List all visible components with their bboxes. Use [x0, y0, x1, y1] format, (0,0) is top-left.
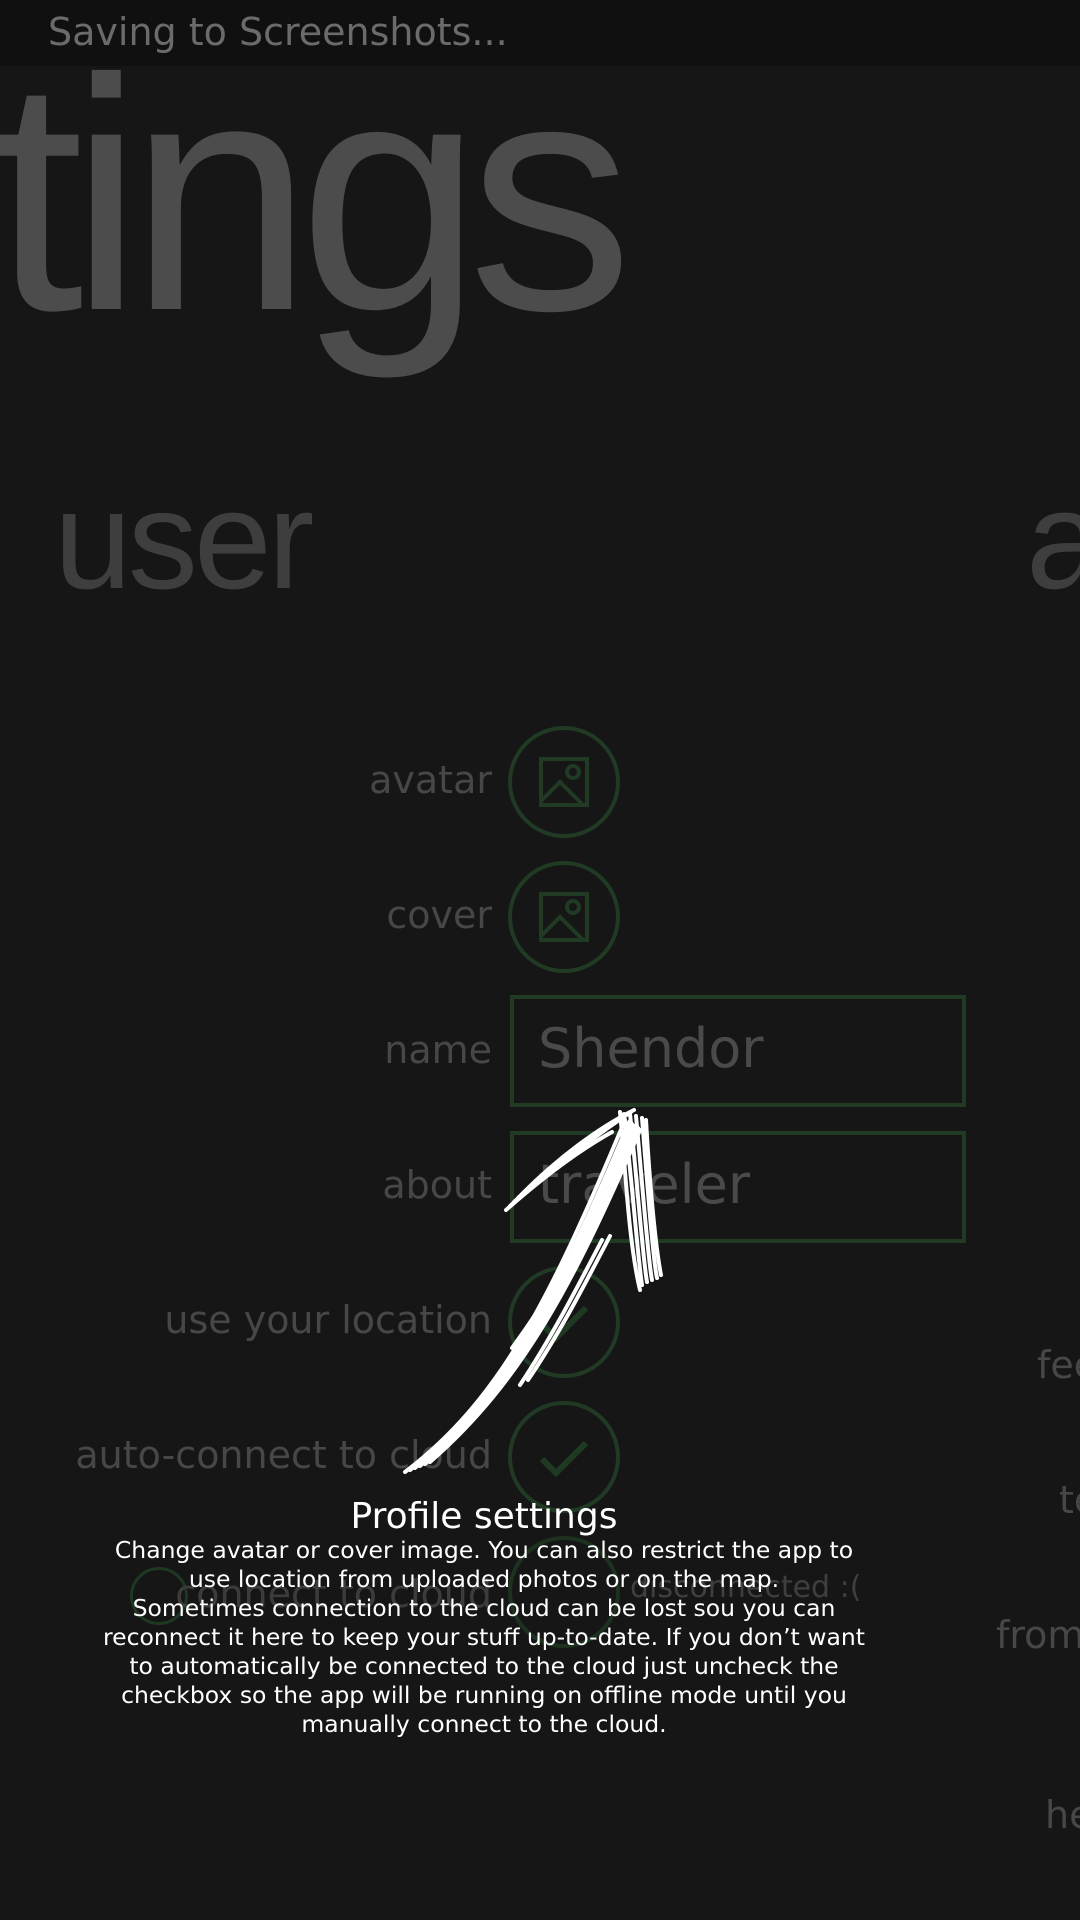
- tip-body: Change avatar or cover image. You can al…: [98, 1536, 870, 1739]
- avatar-label: avatar: [369, 758, 492, 802]
- pivot-header-next[interactable]: a: [1026, 470, 1080, 610]
- settings-page: Saving to Screenshots... tings user a av…: [0, 0, 1080, 1920]
- side-item: te: [1059, 1478, 1080, 1522]
- image-icon: [539, 757, 589, 807]
- avatar-button[interactable]: [508, 726, 620, 838]
- page-title: tings: [0, 10, 633, 379]
- cover-label: cover: [386, 893, 492, 937]
- arrow-icon: [403, 1108, 663, 1474]
- image-icon: [539, 892, 589, 942]
- pivot-header-user[interactable]: user: [54, 470, 314, 610]
- side-item: fee: [1037, 1343, 1080, 1387]
- name-label: name: [384, 1028, 492, 1072]
- tip-paragraph: Change avatar or cover image. You can al…: [114, 1536, 854, 1593]
- tip-title: Profile settings: [350, 1496, 618, 1537]
- side-item: from: [996, 1613, 1080, 1657]
- tip-paragraph: Sometimes connection to the cloud can be…: [103, 1594, 865, 1738]
- side-item: he: [1045, 1793, 1080, 1837]
- name-value: Shendor: [538, 1017, 764, 1080]
- cover-button[interactable]: [508, 861, 620, 973]
- name-input[interactable]: Shendor: [510, 995, 966, 1107]
